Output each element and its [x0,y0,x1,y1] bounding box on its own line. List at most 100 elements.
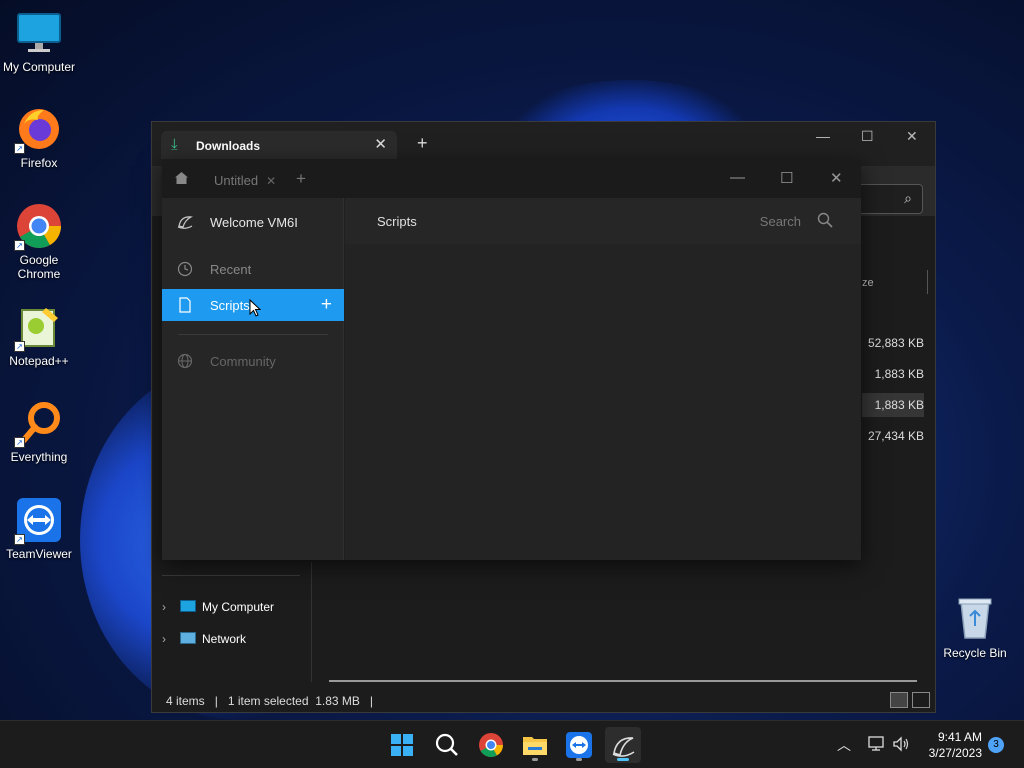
network-icon [180,632,196,644]
file-size-cell[interactable]: 27,434 KB [862,424,924,448]
explorer-nav-pane: › My Computer › Network [152,562,312,682]
explorer-tab-title: Downloads [196,139,261,153]
running-indicator [532,758,538,761]
everything-icon: ↗ [14,400,62,448]
desktop-icon-label: TeamViewer [6,547,72,561]
taskbar: ︿ 9:41 AM 3/27/2023 3 [0,720,1024,768]
minimize-button[interactable]: — [730,169,745,186]
sidebar-item-label: Recent [210,262,252,277]
taskbar-chrome-button[interactable] [473,727,509,763]
running-indicator [576,758,582,761]
app-logo-icon [177,216,193,229]
sidebar-item-recent[interactable]: Recent [162,253,344,285]
desktop-icon-label: Everything [10,450,68,464]
main-header: Scripts Search [345,198,861,244]
desktop-icon-my-computer[interactable]: My Computer [0,10,78,74]
search-icon: ⌕ [904,190,912,206]
divider [162,575,300,576]
nav-item-my-computer[interactable]: › My Computer [162,600,274,620]
close-tab-icon[interactable]: ✕ [266,174,276,188]
search-input[interactable]: Search [760,214,801,229]
desktop-icon-recycle-bin[interactable]: Recycle Bin [940,596,1010,660]
app-window: Untitled ✕ + — ☐ ✕ Welcome VM6I Recent Sc… [162,160,861,560]
desktop-icon-firefox[interactable]: ↗ Firefox [0,106,78,170]
app-tab-title: Untitled [214,173,259,188]
volume-icon[interactable] [892,736,910,752]
desktop-icon-label: Google Chrome [17,253,61,281]
close-button[interactable]: ✕ [830,169,843,187]
app-titlebar: Untitled ✕ + — ☐ ✕ [162,160,861,198]
monitor-icon [180,600,196,612]
desktop-icon-notepadpp[interactable]: ↗ Notepad++ [0,304,78,368]
desktop-icon-label: Recycle Bin [943,646,1007,660]
maximize-button[interactable]: ☐ [780,169,793,187]
close-tab-icon[interactable]: ✕ [374,135,387,153]
file-size-cell[interactable]: 1,883 KB [862,362,924,386]
active-indicator [617,758,629,761]
notepadpp-icon: ↗ [14,304,62,352]
explorer-tab-downloads[interactable]: ⤓ Downloads ✕ [161,131,397,159]
column-header-size[interactable]: ze [862,277,874,289]
taskbar-search-button[interactable] [429,727,465,763]
network-icon[interactable] [868,736,886,752]
search-icon[interactable] [817,212,833,228]
taskbar-teamviewer-button[interactable] [561,727,597,763]
home-icon[interactable] [174,171,189,185]
nav-item-network[interactable]: › Network [162,632,246,652]
chevron-right-icon[interactable]: › [162,632,180,646]
taskbar-clock[interactable]: 9:41 AM 3/27/2023 [929,729,982,761]
status-selection: 1 item selected 1.83 MB [227,694,360,708]
teamviewer-icon: ↗ [14,497,62,545]
clock-date: 3/27/2023 [928,746,982,760]
tiles-view-button[interactable] [912,692,930,708]
taskbar-file-explorer-button[interactable] [517,727,553,763]
details-view-button[interactable] [890,692,908,708]
horizontal-scrollbar[interactable] [329,680,917,682]
explorer-status-bar: 4 items | 1 item selected 1.83 MB | [152,688,935,714]
status-item-count: 4 items [166,694,205,708]
nav-item-label: My Computer [202,600,275,614]
download-icon: ⤓ [171,136,178,153]
new-tab-button[interactable]: + [417,134,428,152]
new-tab-button[interactable]: + [296,169,306,189]
add-script-button[interactable]: + [321,294,332,316]
divider [178,334,328,335]
sidebar-item-label: Scripts [210,298,250,313]
desktop-icon-everything[interactable]: ↗ Everything [0,400,78,464]
app-main-panel: Scripts Search [345,198,861,560]
desktop-icon-label: My Computer [2,60,76,74]
chrome-icon [479,733,503,758]
app-tab-untitled[interactable]: Untitled ✕ [214,173,276,188]
notification-badge[interactable]: 3 [988,737,1004,753]
app-sidebar: Welcome VM6I Recent Scripts + Community [162,198,344,560]
status-text: 4 items | 1 item selected 1.83 MB | [166,694,374,708]
shortcut-arrow-icon: ↗ [14,437,25,448]
maximize-button[interactable]: ☐ [861,128,874,145]
shortcut-arrow-icon: ↗ [14,240,25,251]
desktop-icon-chrome[interactable]: ↗ Google Chrome [0,203,78,281]
recycle-bin-icon [958,598,992,639]
start-button[interactable] [384,727,420,763]
desktop-icon-label: Notepad++ [9,354,69,368]
minimize-button[interactable]: — [816,128,830,144]
file-size-cell[interactable]: 52,883 KB [862,331,924,355]
search-icon [435,733,458,756]
clock-time: 9:41 AM [937,730,982,744]
taskbar-app-button[interactable] [605,727,641,763]
chevron-right-icon[interactable]: › [162,600,180,614]
file-size-cell-selected[interactable]: 1,883 KB [862,393,924,417]
explorer-search-box[interactable]: ⌕ [853,184,923,214]
shortcut-arrow-icon: ↗ [14,341,25,352]
desktop-icon-teamviewer[interactable]: ↗ TeamViewer [0,497,78,561]
nav-item-label: Network [202,632,247,646]
mouse-cursor-icon [249,299,261,317]
firefox-icon: ↗ [14,106,62,154]
sidebar-item-welcome[interactable]: Welcome VM6I [162,206,344,238]
show-hidden-icons-button[interactable]: ︿ [837,735,851,755]
sidebar-item-label: Welcome VM6I [210,215,298,230]
sidebar-item-community[interactable]: Community [162,345,344,377]
close-button[interactable]: ✕ [906,128,918,145]
column-divider[interactable] [927,270,928,294]
globe-icon [177,353,193,369]
shortcut-arrow-icon: ↗ [14,143,25,154]
